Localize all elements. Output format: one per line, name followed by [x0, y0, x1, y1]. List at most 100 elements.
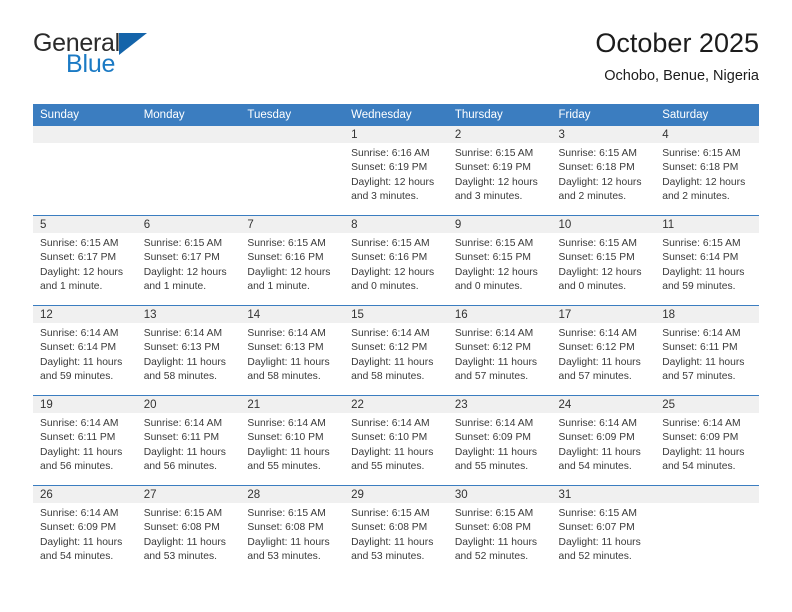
calendar-day-cell[interactable]: 13 Sunrise: 6:14 AM Sunset: 6:13 PM Dayligh… — [136, 305, 241, 396]
day-detail-daylight-line1: Daylight: 11 hours — [558, 536, 641, 548]
day-cell-content: 31 Sunrise: 6:15 AM Sunset: 6:07 PM Dayligh… — [551, 486, 656, 575]
day-details: Sunrise: 6:15 AM Sunset: 6:15 PM Daylight:… — [448, 233, 552, 294]
day-detail-sunset: Sunset: 6:09 PM — [454, 432, 531, 444]
day-detail-sunrise: Sunrise: 6:15 AM — [40, 238, 119, 249]
day-detail-sunset: Sunset: 6:15 PM — [558, 252, 635, 264]
calendar-week-row: 1 Sunrise: 6:16 AM Sunset: 6:19 PM Daylight… — [33, 126, 759, 216]
calendar-day-cell[interactable]: 1 Sunrise: 6:16 AM Sunset: 6:19 PM Daylight… — [344, 126, 448, 216]
day-number: 25 — [655, 396, 759, 413]
calendar-day-cell[interactable]: 23 Sunrise: 6:14 AM Sunset: 6:09 PM Dayligh… — [447, 395, 552, 486]
day-detail-daylight-line1: Daylight: 11 hours — [247, 536, 330, 548]
day-detail-sunrise: Sunrise: 6:14 AM — [143, 418, 223, 429]
calendar-day-cell[interactable]: 20 Sunrise: 6:14 AM Sunset: 6:11 PM Dayligh… — [136, 395, 241, 486]
calendar-day-cell[interactable]: 15 Sunrise: 6:14 AM Sunset: 6:12 PM Dayligh… — [344, 305, 448, 396]
day-number: 1 — [344, 126, 448, 143]
day-number: 8 — [344, 216, 448, 233]
day-number: 5 — [33, 216, 137, 233]
calendar-day-cell[interactable]: 31 Sunrise: 6:15 AM Sunset: 6:07 PM Dayligh… — [551, 485, 656, 575]
day-number: 9 — [447, 216, 552, 233]
day-detail-sunset: Sunset: 6:09 PM — [558, 432, 635, 444]
day-number: 19 — [33, 396, 137, 413]
day-detail-sunrise: Sunrise: 6:16 AM — [351, 148, 430, 159]
calendar-day-cell[interactable]: 25 Sunrise: 6:14 AM Sunset: 6:09 PM Dayligh… — [655, 395, 759, 486]
day-detail-sunset: Sunset: 6:15 PM — [454, 252, 531, 264]
day-detail-daylight-line1: Daylight: 12 hours — [351, 176, 435, 188]
day-detail-daylight-line1: Daylight: 11 hours — [143, 356, 226, 368]
day-detail-daylight-line1: Daylight: 12 hours — [558, 176, 642, 188]
day-detail-daylight-line1: Daylight: 11 hours — [662, 266, 745, 278]
day-detail-sunset: Sunset: 6:16 PM — [247, 252, 324, 264]
day-details: Sunrise: 6:15 AM Sunset: 6:08 PM Daylight:… — [448, 503, 552, 564]
calendar-day-cell[interactable]: 10 Sunrise: 6:15 AM Sunset: 6:15 PM Dayligh… — [551, 215, 656, 306]
calendar-day-cell[interactable]: 9 Sunrise: 6:15 AM Sunset: 6:15 PM Daylight… — [447, 215, 552, 306]
calendar-page: General Blue October 2025 Ochobo, Benue,… — [0, 0, 792, 612]
day-number: 28 — [240, 486, 345, 503]
day-number: 2 — [447, 126, 552, 143]
day-detail-daylight-line2: and 54 minutes. — [558, 460, 632, 472]
calendar-day-cell[interactable]: 8 Sunrise: 6:15 AM Sunset: 6:16 PM Daylight… — [344, 215, 448, 306]
day-detail-daylight-line2: and 56 minutes. — [40, 460, 114, 472]
calendar-day-cell[interactable]: 7 Sunrise: 6:15 AM Sunset: 6:16 PM Daylight… — [240, 215, 345, 306]
day-detail-daylight-line1: Daylight: 11 hours — [351, 446, 434, 458]
calendar-day-cell[interactable]: 2 Sunrise: 6:15 AM Sunset: 6:19 PM Daylight… — [447, 126, 552, 216]
day-detail-daylight-line1: Daylight: 11 hours — [662, 356, 745, 368]
day-detail-sunrise: Sunrise: 6:14 AM — [351, 418, 430, 429]
day-detail-daylight-line2: and 0 minutes. — [351, 280, 419, 292]
day-detail-sunrise: Sunrise: 6:15 AM — [558, 148, 637, 159]
day-detail-daylight-line1: Daylight: 11 hours — [40, 356, 123, 368]
day-number: 18 — [655, 306, 759, 323]
calendar-day-cell[interactable]: 30 Sunrise: 6:15 AM Sunset: 6:08 PM Dayligh… — [447, 485, 552, 575]
logo-text-blue: Blue — [66, 50, 116, 78]
day-number: 11 — [655, 216, 759, 233]
day-cell-content: 15 Sunrise: 6:14 AM Sunset: 6:12 PM Dayligh… — [344, 306, 448, 395]
day-detail-sunset: Sunset: 6:08 PM — [247, 522, 324, 534]
calendar-day-cell-empty[interactable] — [240, 126, 345, 216]
calendar-day-cell[interactable]: 16 Sunrise: 6:14 AM Sunset: 6:12 PM Dayligh… — [447, 305, 552, 396]
calendar-day-cell[interactable]: 28 Sunrise: 6:15 AM Sunset: 6:08 PM Dayligh… — [240, 485, 345, 575]
calendar-day-cell[interactable]: 18 Sunrise: 6:14 AM Sunset: 6:11 PM Dayligh… — [655, 305, 759, 396]
calendar-day-cell[interactable]: 3 Sunrise: 6:15 AM Sunset: 6:18 PM Daylight… — [551, 126, 656, 216]
general-blue-logo: General Blue — [33, 26, 213, 86]
calendar-day-cell-empty[interactable] — [33, 126, 137, 216]
day-detail-sunrise: Sunrise: 6:15 AM — [143, 508, 223, 519]
calendar-day-cell[interactable]: 12 Sunrise: 6:14 AM Sunset: 6:14 PM Dayligh… — [33, 305, 137, 396]
day-detail-daylight-line1: Daylight: 12 hours — [351, 266, 435, 278]
calendar-day-cell[interactable]: 14 Sunrise: 6:14 AM Sunset: 6:13 PM Dayligh… — [240, 305, 345, 396]
day-cell-content: 25 Sunrise: 6:14 AM Sunset: 6:09 PM Dayligh… — [655, 396, 759, 485]
calendar-day-cell[interactable]: 5 Sunrise: 6:15 AM Sunset: 6:17 PM Daylight… — [33, 215, 137, 306]
day-detail-daylight-line1: Daylight: 11 hours — [143, 536, 226, 548]
calendar-day-cell[interactable]: 17 Sunrise: 6:14 AM Sunset: 6:12 PM Dayligh… — [551, 305, 656, 396]
calendar-day-cell[interactable]: 27 Sunrise: 6:15 AM Sunset: 6:08 PM Dayligh… — [136, 485, 241, 575]
day-detail-sunset: Sunset: 6:08 PM — [143, 522, 220, 534]
day-details: Sunrise: 6:14 AM Sunset: 6:10 PM Daylight:… — [240, 413, 344, 474]
calendar-day-cell[interactable]: 6 Sunrise: 6:15 AM Sunset: 6:17 PM Daylight… — [136, 215, 241, 306]
day-details: Sunrise: 6:14 AM Sunset: 6:09 PM Daylight:… — [448, 413, 552, 474]
calendar-day-cell-empty[interactable] — [136, 126, 241, 216]
calendar-day-cell[interactable]: 21 Sunrise: 6:14 AM Sunset: 6:10 PM Dayligh… — [240, 395, 345, 486]
day-details: Sunrise: 6:15 AM Sunset: 6:16 PM Daylight:… — [240, 233, 344, 294]
calendar-day-cell[interactable]: 19 Sunrise: 6:14 AM Sunset: 6:11 PM Dayligh… — [33, 395, 137, 486]
page-header: General Blue October 2025 Ochobo, Benue,… — [33, 26, 759, 98]
day-detail-daylight-line2: and 1 minute. — [40, 280, 103, 292]
day-cell-content: 18 Sunrise: 6:14 AM Sunset: 6:11 PM Dayligh… — [655, 306, 759, 395]
calendar-day-cell[interactable]: 24 Sunrise: 6:14 AM Sunset: 6:09 PM Dayligh… — [551, 395, 656, 486]
calendar-day-cell[interactable]: 29 Sunrise: 6:15 AM Sunset: 6:08 PM Dayligh… — [344, 485, 448, 575]
day-detail-sunrise: Sunrise: 6:15 AM — [454, 508, 534, 519]
day-cell-content — [33, 126, 137, 215]
calendar-day-cell[interactable]: 11 Sunrise: 6:15 AM Sunset: 6:14 PM Dayligh… — [655, 215, 759, 306]
day-number — [240, 126, 345, 143]
day-details: Sunrise: 6:14 AM Sunset: 6:09 PM Daylight:… — [552, 413, 656, 474]
calendar-day-cell[interactable]: 22 Sunrise: 6:14 AM Sunset: 6:10 PM Dayligh… — [344, 395, 448, 486]
day-detail-daylight-line2: and 59 minutes. — [662, 280, 736, 292]
day-detail-daylight-line1: Daylight: 11 hours — [351, 536, 434, 548]
day-cell-content: 26 Sunrise: 6:14 AM Sunset: 6:09 PM Dayligh… — [33, 486, 137, 575]
calendar-day-cell[interactable]: 26 Sunrise: 6:14 AM Sunset: 6:09 PM Dayligh… — [33, 485, 137, 575]
day-number: 17 — [551, 306, 656, 323]
calendar-day-cell[interactable]: 4 Sunrise: 6:15 AM Sunset: 6:18 PM Daylight… — [655, 126, 759, 216]
calendar-day-cell-empty[interactable] — [655, 485, 759, 575]
day-detail-daylight-line1: Daylight: 11 hours — [558, 356, 641, 368]
day-number: 27 — [136, 486, 241, 503]
day-detail-sunset: Sunset: 6:10 PM — [247, 432, 324, 444]
day-number: 31 — [551, 486, 656, 503]
day-number: 24 — [551, 396, 656, 413]
